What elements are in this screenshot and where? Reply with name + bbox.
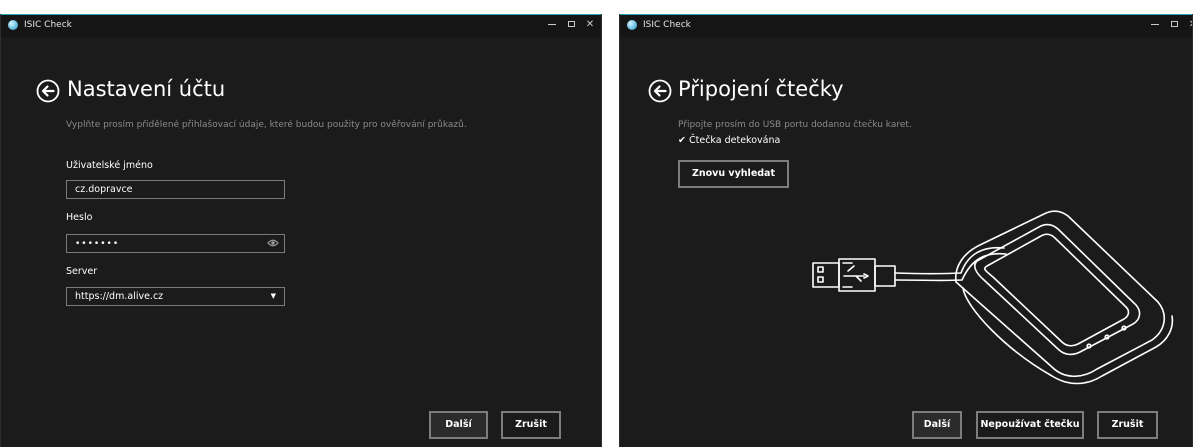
- password-value: •••••••: [75, 239, 120, 249]
- title-bar[interactable]: ISIC Check ✕: [620, 14, 1192, 37]
- maximize-button[interactable]: [562, 18, 580, 32]
- instructions-text: Připojte prosím do USB portu dodanou čte…: [678, 120, 912, 130]
- account-settings-window: ISIC Check ✕ Nastavení účtu Vyplňte pros…: [0, 14, 602, 447]
- username-label: Uživatelské jméno: [66, 160, 153, 171]
- cancel-button[interactable]: Zrušit: [1097, 411, 1158, 439]
- instructions-text: Vyplňte prosím přidělené přihlašovací úd…: [66, 120, 467, 130]
- isic-app-icon: [627, 20, 637, 30]
- server-select[interactable]: https://dm.alive.cz ▼: [66, 287, 285, 306]
- window-title: ISIC Check: [643, 20, 691, 30]
- password-input[interactable]: •••••••: [66, 234, 285, 253]
- close-button[interactable]: ✕: [1184, 18, 1192, 32]
- page-title: Připojení čtečky: [678, 77, 844, 101]
- eye-icon[interactable]: [267, 238, 279, 248]
- username-input[interactable]: cz.dopravce: [66, 180, 285, 199]
- back-arrow-circle-icon[interactable]: [648, 79, 672, 103]
- reader-status: ✔ Čtečka detekována: [678, 135, 780, 146]
- reader-connection-window: ISIC Check ✕ Připojení čtečky Připojte p…: [619, 14, 1193, 447]
- chevron-down-icon: ▼: [270, 292, 276, 300]
- back-arrow-circle-icon[interactable]: [36, 79, 60, 103]
- server-selected-value: https://dm.alive.cz: [75, 291, 164, 302]
- maximize-icon: [1170, 21, 1178, 27]
- server-label: Server: [66, 266, 98, 277]
- title-bar[interactable]: ISIC Check ✕: [1, 14, 601, 37]
- reader-detected-text: Čtečka detekována: [689, 135, 781, 146]
- minimize-button[interactable]: [543, 18, 561, 32]
- maximize-button[interactable]: [1165, 18, 1183, 32]
- close-button[interactable]: ✕: [581, 18, 599, 32]
- skip-reader-button[interactable]: Nepoužívat čtečku: [976, 411, 1084, 439]
- page-title: Nastavení účtu: [67, 77, 226, 101]
- usb-card-reader-illustration: [812, 210, 1174, 385]
- minimize-icon: [1151, 23, 1159, 25]
- window-title: ISIC Check: [24, 20, 72, 30]
- cancel-button[interactable]: Zrušit: [501, 411, 561, 439]
- rescan-button[interactable]: Znovu vyhledat: [678, 160, 789, 188]
- checkmark-icon: ✔: [678, 135, 686, 146]
- minimize-icon: [548, 23, 556, 25]
- next-button[interactable]: Další: [912, 411, 962, 439]
- password-label: Heslo: [66, 212, 93, 223]
- maximize-icon: [567, 21, 575, 27]
- minimize-button[interactable]: [1146, 18, 1164, 32]
- isic-app-icon: [8, 20, 18, 30]
- next-button[interactable]: Další: [429, 411, 488, 439]
